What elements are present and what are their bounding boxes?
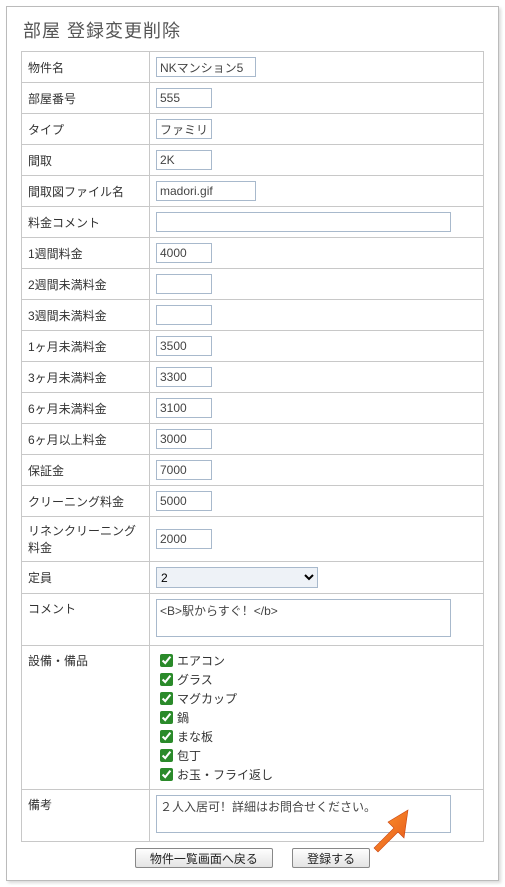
label-layout: 間取: [22, 145, 150, 176]
input-cleaning[interactable]: [156, 491, 212, 511]
label-rate-lt3w: 3週間未満料金: [22, 300, 150, 331]
equipment-item[interactable]: グラス: [156, 670, 477, 689]
input-rate-1week[interactable]: [156, 243, 212, 263]
equipment-label: グラス: [177, 673, 213, 687]
equipment-label: マグカップ: [177, 692, 237, 706]
input-rate-lt2w[interactable]: [156, 274, 212, 294]
equipment-item[interactable]: 包丁: [156, 746, 477, 765]
submit-button[interactable]: 登録する: [292, 848, 370, 868]
equipment-label: 包丁: [177, 749, 201, 763]
label-linen: リネンクリーニング料金: [22, 517, 150, 562]
input-room-number[interactable]: [156, 88, 212, 108]
input-fee-comment[interactable]: [156, 212, 451, 232]
label-rate-lt6m: 6ヶ月未満料金: [22, 393, 150, 424]
equipment-checkbox[interactable]: [160, 730, 173, 743]
input-deposit[interactable]: [156, 460, 212, 480]
equipment-label: 鍋: [177, 711, 189, 725]
page-title: 部屋 登録変更削除: [23, 17, 484, 43]
button-row: 物件一覧画面へ戻る 登録する: [21, 848, 484, 868]
label-remarks: 備考: [22, 790, 150, 842]
label-rate-lt2w: 2週間未満料金: [22, 269, 150, 300]
label-comment: コメント: [22, 594, 150, 646]
equipment-item[interactable]: マグカップ: [156, 689, 477, 708]
equipment-label: エアコン: [177, 654, 225, 668]
equipment-checkbox[interactable]: [160, 654, 173, 667]
textarea-comment[interactable]: <B>駅からすぐ！</b>: [156, 599, 451, 637]
equipment-checkbox[interactable]: [160, 749, 173, 762]
label-type: タイプ: [22, 114, 150, 145]
equipment-checkbox[interactable]: [160, 692, 173, 705]
input-type[interactable]: [156, 119, 212, 139]
form-panel: 部屋 登録変更削除 物件名 部屋番号 タイプ 間取 間取図ファイル名 料金コメン…: [6, 6, 499, 881]
label-fee-comment: 料金コメント: [22, 207, 150, 238]
select-capacity[interactable]: 2: [156, 567, 318, 588]
input-linen[interactable]: [156, 529, 212, 549]
equipment-label: お玉・フライ返し: [177, 768, 273, 782]
input-property-name[interactable]: [156, 57, 256, 77]
equipment-item[interactable]: お玉・フライ返し: [156, 765, 477, 784]
label-equipment: 設備・備品: [22, 646, 150, 790]
equipment-checkbox[interactable]: [160, 673, 173, 686]
equipment-item[interactable]: 鍋: [156, 708, 477, 727]
equipment-list: エアコングラスマグカップ鍋まな板包丁お玉・フライ返し: [156, 651, 477, 784]
back-button[interactable]: 物件一覧画面へ戻る: [135, 848, 273, 868]
input-rate-lt6m[interactable]: [156, 398, 212, 418]
equipment-item[interactable]: エアコン: [156, 651, 477, 670]
input-rate-lt1m[interactable]: [156, 336, 212, 356]
equipment-checkbox[interactable]: [160, 711, 173, 724]
label-deposit: 保証金: [22, 455, 150, 486]
textarea-remarks[interactable]: ２人入居可！詳細はお問合せください。: [156, 795, 451, 833]
label-cleaning: クリーニング料金: [22, 486, 150, 517]
label-property-name: 物件名: [22, 52, 150, 83]
label-rate-1week: 1週間料金: [22, 238, 150, 269]
input-rate-lt3w[interactable]: [156, 305, 212, 325]
label-rate-lt3m: 3ヶ月未満料金: [22, 362, 150, 393]
input-layout[interactable]: [156, 150, 212, 170]
equipment-checkbox[interactable]: [160, 768, 173, 781]
label-layout-file: 間取図ファイル名: [22, 176, 150, 207]
label-rate-lt1m: 1ヶ月未満料金: [22, 331, 150, 362]
label-capacity: 定員: [22, 562, 150, 594]
equipment-label: まな板: [177, 730, 213, 744]
input-rate-lt3m[interactable]: [156, 367, 212, 387]
input-rate-gt6m[interactable]: [156, 429, 212, 449]
input-layout-file[interactable]: [156, 181, 256, 201]
equipment-item[interactable]: まな板: [156, 727, 477, 746]
label-room-number: 部屋番号: [22, 83, 150, 114]
form-table: 物件名 部屋番号 タイプ 間取 間取図ファイル名 料金コメント 1週間料金 2: [21, 51, 484, 842]
label-rate-gt6m: 6ヶ月以上料金: [22, 424, 150, 455]
